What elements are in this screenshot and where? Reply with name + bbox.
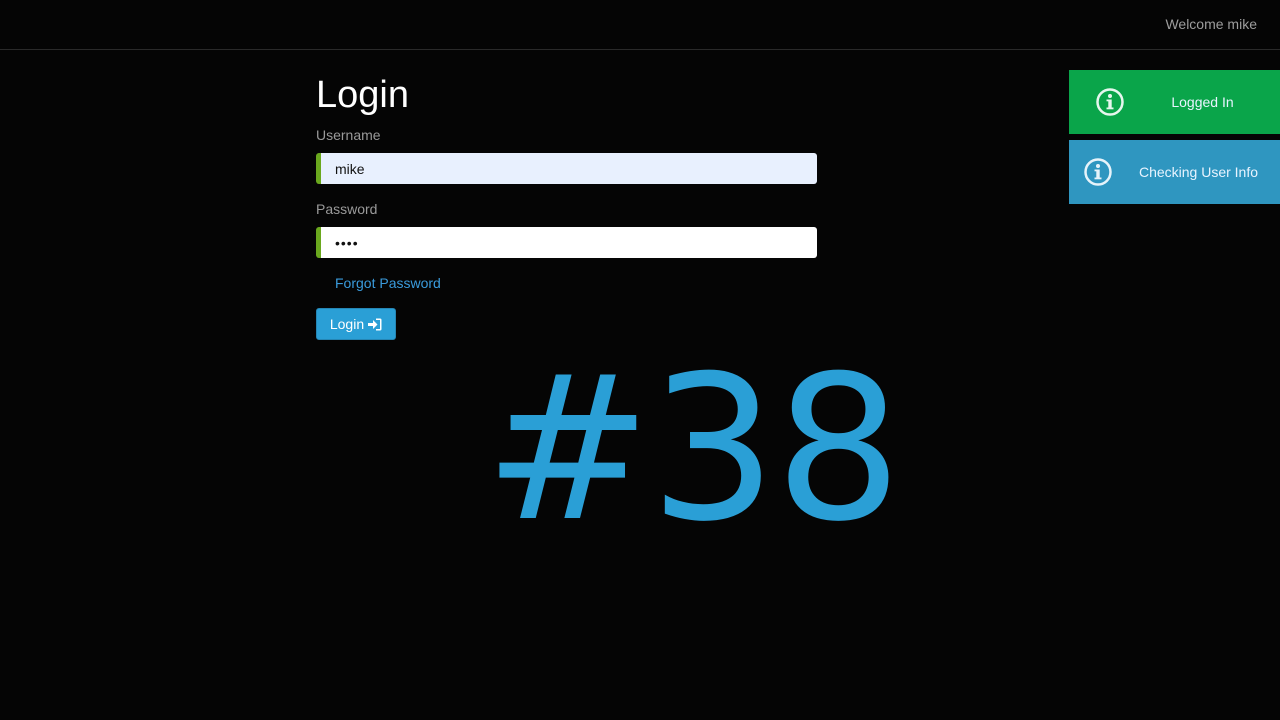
episode-number: #38 [484,333,902,566]
forgot-password-link[interactable]: Forgot Password [335,275,441,291]
toast-checking-user-info[interactable]: Checking User Info [1069,140,1280,204]
sign-in-icon [368,318,382,331]
navbar: Welcome mike [0,0,1280,50]
password-input[interactable] [316,227,817,258]
page: Welcome mike Login Username Password For… [0,0,1280,720]
username-input[interactable] [316,153,817,184]
toast-logged-in[interactable]: Logged In [1069,70,1280,134]
username-label: Username [316,127,381,143]
login-button-label: Login [329,316,365,332]
toast-message: Checking User Info [1138,164,1259,180]
page-title: Login [316,74,409,116]
info-circle-icon [1083,157,1113,187]
password-label: Password [316,201,378,217]
toast-message: Logged In [1171,94,1234,110]
welcome-text[interactable]: Welcome mike [1165,16,1257,32]
login-button[interactable]: Login [316,308,396,340]
info-circle-icon [1095,87,1125,117]
